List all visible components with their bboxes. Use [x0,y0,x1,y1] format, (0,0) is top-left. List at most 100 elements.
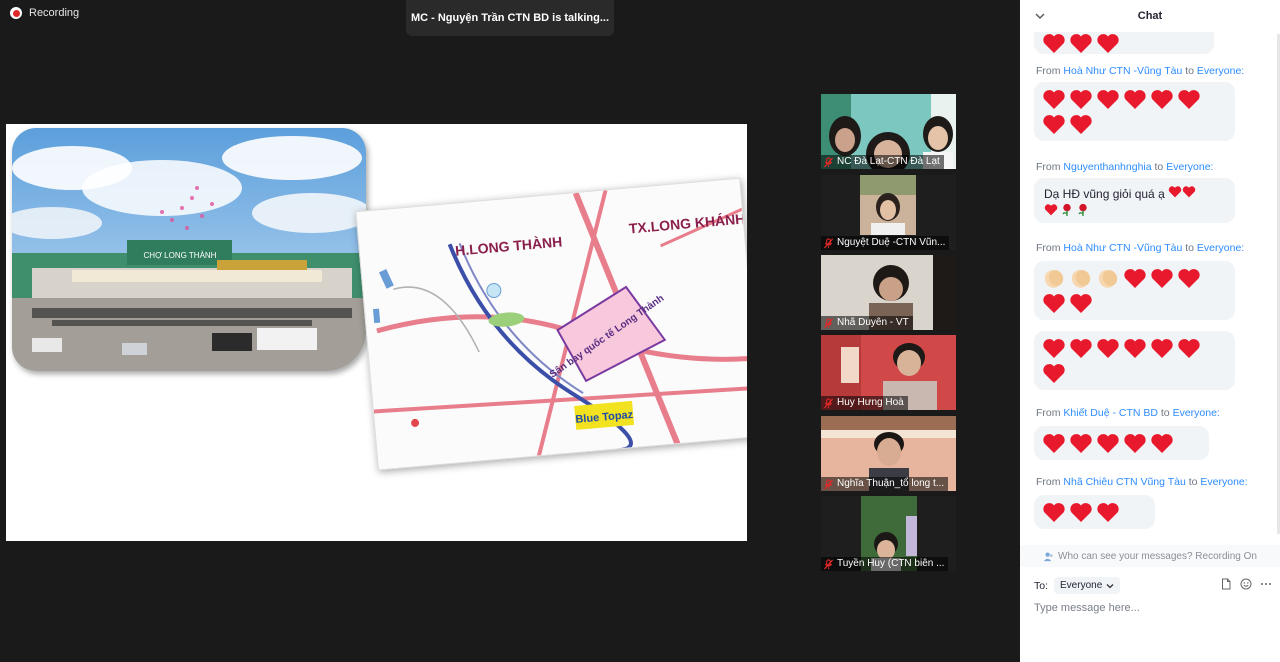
emoji-row [1044,203,1225,216]
heart-icon [1043,503,1065,522]
sender-name[interactable]: Hoà Như CTN -Vũng Tàu [1063,242,1182,254]
heart-icon [1043,434,1065,453]
chat-tools [1220,578,1272,590]
to-word: to [1185,65,1194,77]
participant-name-tag: Nguyệt Duệ -CTN Vũn... [821,236,950,250]
chevron-down-icon[interactable] [1034,10,1046,22]
participant-name: Tuyền Huy (CTN biên ... [837,558,945,569]
from-word: From [1036,407,1061,419]
privacy-note-text: Who can see your messages? Recording On [1058,550,1257,562]
meeting-view: Recording MC - Nguyện Trần CTN BD is tal… [0,0,1020,662]
heart-icon [1070,294,1092,313]
heart-icon [1151,339,1173,358]
participant-tile[interactable]: Nghĩa Thuận_tổ long t... [821,416,956,491]
to-word: to [1154,161,1164,173]
recipient-name[interactable]: Everyone: [1166,161,1213,173]
message-sender-line: From Khiết Duệ - CTN BD to Everyone: [1036,407,1220,419]
participant-name-tag: Tuyền Huy (CTN biên ... [821,557,949,571]
chat-panel: Chat From Hoà Như CTN -Vũng Tàu to Every… [1020,0,1280,662]
from-word: From [1036,476,1061,488]
heart-icon [1124,434,1146,453]
from-word: From [1036,65,1061,77]
active-speaker-banner: MC - Nguyện Trần CTN BD is talking... [406,0,614,36]
recipient-select[interactable]: Everyone [1054,577,1121,594]
chat-message [1034,261,1235,320]
heart-icon [1097,434,1119,453]
recipient-name[interactable]: Everyone: [1197,242,1244,254]
emoji-icon[interactable] [1240,578,1252,590]
recipient-value: Everyone [1060,580,1103,591]
recipient-name[interactable]: Everyone: [1200,476,1247,488]
message-sender-line: From Nguyenthanhnghia to Everyone: [1036,161,1213,173]
participant-name: Huy Hưng Hoà [837,397,904,408]
heart-icon [1097,339,1119,358]
heart-icon [1044,204,1058,216]
participant-name-tag: Huy Hưng Hoà [821,396,908,410]
rose-icon [1078,203,1087,216]
message-input[interactable] [1034,602,1270,614]
chat-message [1034,32,1214,54]
to-word: to [1160,407,1170,419]
privacy-note[interactable]: Who can see your messages? Recording On [1020,545,1280,567]
heart-icon [1043,294,1065,313]
file-icon[interactable] [1220,578,1232,590]
muted-mic-icon [823,397,834,408]
heart-icon [1070,434,1092,453]
clap-icon [1044,270,1064,288]
participant-name: Nghĩa Thuận_tổ long t... [837,478,945,489]
participant-tile[interactable]: Huy Hưng Hoà [821,335,956,410]
heart-icon [1178,90,1200,109]
people-icon [1043,552,1053,561]
from-word: From [1036,161,1061,173]
recording-indicator[interactable]: Recording [10,7,79,19]
shared-screen: CHỢ LONG THÀNH Sân bay quốc tế Long Thàn… [6,124,747,541]
from-word: From [1036,242,1061,254]
record-icon [10,7,22,19]
heart-icon [1070,34,1092,53]
recipient-name[interactable]: Everyone: [1173,407,1220,419]
participant-name: NC Đà Lạt-CTN Đà Lạt [837,156,940,167]
heart-icon [1097,503,1119,522]
sender-name[interactable]: Khiết Duệ - CTN BD [1063,407,1158,419]
heart-row [1042,501,1147,523]
participant-tile[interactable]: NC Đà Lạt-CTN Đà Lạt [821,94,956,169]
participant-tile[interactable]: Nhã Duyên - VT [821,255,956,330]
message-text: Dạ HĐ vũng giỏi quá ạ [1044,187,1165,201]
participant-name: Nguyệt Duệ -CTN Vũn... [837,237,946,248]
message-sender-line: From Nhã Chiêu CTN Vũng Tàu to Everyone: [1036,476,1248,488]
heart-icon [1124,90,1146,109]
heart-icon [1070,339,1092,358]
participant-tile[interactable]: Tuyền Huy (CTN biên ... [821,496,956,571]
heart-row [1042,32,1206,54]
chat-message [1034,82,1235,141]
heart-row [1042,88,1227,135]
recipient-name[interactable]: Everyone: [1197,65,1244,77]
heart-icon [1178,269,1200,288]
chat-message-list[interactable]: From Hoà Như CTN -Vũng Tàu to Everyone: … [1020,32,1280,544]
participant-tile[interactable]: Nguyệt Duệ -CTN Vũn... [821,175,956,250]
heart-icon [1151,434,1173,453]
clap-icon [1071,270,1091,288]
clap-icon [1098,270,1118,288]
recipient-row: To: Everyone [1034,577,1121,594]
heart-icon [1151,90,1173,109]
more-icon[interactable] [1260,578,1272,590]
market-sign: CHỢ LONG THÀNH [144,251,217,260]
heart-icon [1043,34,1065,53]
location-map: Sân bay quốc tế Long Thành H.LONG THÀNH … [355,177,747,471]
sender-name[interactable]: Nguyenthanhnghia [1063,161,1151,173]
heart-icon [1043,339,1065,358]
sender-name[interactable]: Nhã Chiêu CTN Vũng Tàu [1063,476,1185,488]
to-word: to [1185,242,1194,254]
heart-icon [1124,339,1146,358]
muted-mic-icon [823,156,834,167]
chat-header: Chat [1020,0,1280,32]
heart-icon [1070,115,1092,134]
message-sender-line: From Hoà Như CTN -Vũng Tàu to Everyone: [1036,242,1244,254]
participant-name-tag: Nhã Duyên - VT [821,316,913,330]
heart-icon [1070,503,1092,522]
heart-icon [1151,269,1173,288]
sender-name[interactable]: Hoà Như CTN -Vũng Tàu [1063,65,1182,77]
muted-mic-icon [823,558,834,569]
chat-message [1034,426,1209,460]
